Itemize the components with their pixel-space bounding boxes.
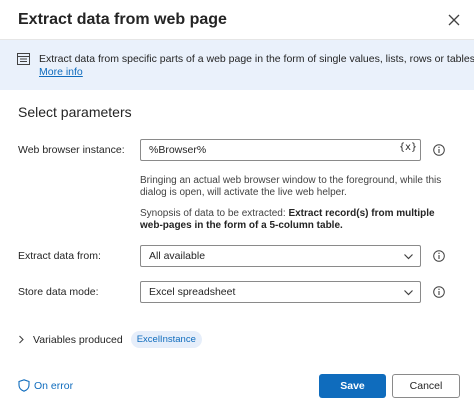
info-banner [0,40,474,90]
live-helper-description: Bringing an actual web browser window to… [140,175,442,198]
chevron-right-icon [19,335,24,344]
help-icon[interactable] [433,144,445,156]
chevron-down-icon [404,290,413,296]
info-text: Extract data from specific parts of a we… [39,53,474,65]
close-button[interactable] [444,10,464,30]
variables-produced-label: Variables produced [33,333,123,346]
variable-chip[interactable]: ExcelInstance [130,331,202,348]
extract-from-value: All available [149,250,206,262]
shield-icon [18,379,30,392]
synopsis-prefix: Synopsis of data to be extracted: [140,208,289,219]
store-mode-value: Excel spreadsheet [149,286,236,298]
chevron-down-icon [404,254,413,260]
more-info-link[interactable]: More info [39,66,83,78]
extract-from-label: Extract data from: [18,250,101,262]
browser-instance-value: %Browser% [149,144,207,156]
store-mode-label: Store data mode: [18,286,99,298]
extract-from-select[interactable]: All available [140,245,421,267]
close-icon [448,14,460,26]
on-error-label: On error [34,379,74,392]
variable-picker-button[interactable]: {x} [399,142,417,153]
help-icon[interactable] [433,286,445,298]
on-error-button[interactable]: On error [18,379,73,392]
browser-instance-input[interactable]: %Browser% {x} [140,139,421,161]
section-title: Select parameters [18,104,132,120]
dialog-header: Extract data from web page [0,0,474,40]
help-icon[interactable] [433,250,445,262]
synopsis-description: Synopsis of data to be extracted: Extrac… [140,208,450,232]
save-button[interactable]: Save [319,374,386,398]
store-mode-select[interactable]: Excel spreadsheet [140,281,421,303]
variables-produced-toggle[interactable]: Variables produced ExcelInstance [18,331,202,348]
dialog-title: Extract data from web page [18,11,227,28]
cancel-button[interactable]: Cancel [392,374,460,398]
browser-instance-label: Web browser instance: [18,144,125,156]
info-icon [17,53,30,68]
